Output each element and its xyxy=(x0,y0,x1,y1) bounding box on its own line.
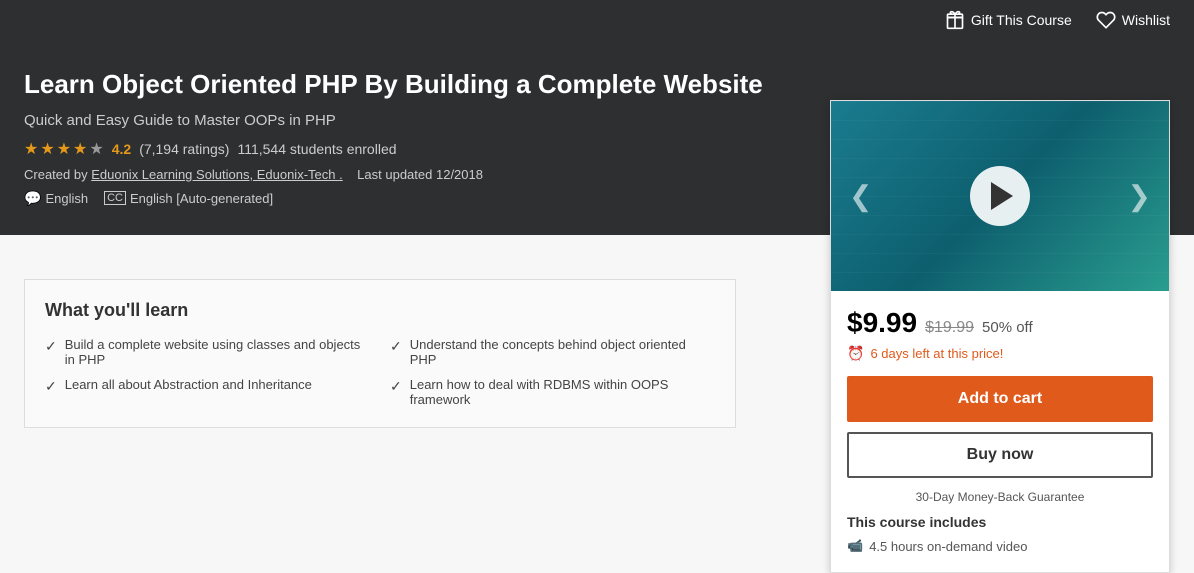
learn-item-4: ✓ Learn how to deal with RDBMS within OO… xyxy=(390,377,715,407)
caption-icon: CC xyxy=(104,191,126,205)
video-icon: 📹 xyxy=(847,538,863,554)
star-rating: ★ ★ ★ ★ ★ xyxy=(24,139,104,159)
price-original: $19.99 xyxy=(925,319,974,337)
main-content: What you'll learn ✓ Build a complete web… xyxy=(0,255,760,472)
hero-meta: Created by Eduonix Learning Solutions, E… xyxy=(24,167,784,182)
add-to-cart-button[interactable]: Add to cart xyxy=(847,376,1153,422)
hero-content: Learn Object Oriented PHP By Building a … xyxy=(24,68,784,207)
learn-item-3: ✓ Understand the concepts behind object … xyxy=(390,337,715,367)
includes-item-1: 📹 4.5 hours on-demand video xyxy=(847,536,1153,556)
star-3: ★ xyxy=(57,139,71,159)
star-1: ★ xyxy=(24,139,38,159)
wishlist-button[interactable]: Wishlist xyxy=(1096,10,1170,30)
timer-text: 6 days left at this price! xyxy=(870,346,1003,361)
learn-grid: ✓ Build a complete website using classes… xyxy=(45,337,715,407)
caption-label: English [Auto-generated] xyxy=(130,191,273,206)
right-arrow-icon: ❯ xyxy=(1128,180,1151,213)
created-by-label: Created by xyxy=(24,167,88,182)
learn-box: What you'll learn ✓ Build a complete web… xyxy=(24,279,736,428)
rating-count: (7,194 ratings) xyxy=(139,141,229,157)
authors-link[interactable]: Eduonix Learning Solutions, Eduonix-Tech… xyxy=(91,167,343,182)
timer-icon: ⏰ xyxy=(847,345,864,362)
hero-rating: ★ ★ ★ ★ ★ 4.2 (7,194 ratings) 111,544 st… xyxy=(24,139,784,159)
star-4: ★ xyxy=(73,139,87,159)
learn-item-1: ✓ Build a complete website using classes… xyxy=(45,337,370,367)
learn-item-4-text: Learn how to deal with RDBMS within OOPS… xyxy=(410,377,715,407)
includes-item-1-text: 4.5 hours on-demand video xyxy=(869,539,1027,554)
hero-language: 💬 English CC English [Auto-generated] xyxy=(24,190,784,207)
deal-timer: ⏰ 6 days left at this price! xyxy=(847,345,1153,362)
language-item: 💬 English xyxy=(24,190,88,207)
gift-icon xyxy=(945,10,965,30)
play-button[interactable] xyxy=(970,166,1030,226)
play-icon xyxy=(991,182,1013,210)
hero-section: Learn Object Oriented PHP By Building a … xyxy=(0,40,1194,235)
left-arrow-icon: ❮ xyxy=(849,180,872,213)
checkmark-icon-2: ✓ xyxy=(45,378,57,395)
card-body: $9.99 $19.99 50% off ⏰ 6 days left at th… xyxy=(831,291,1169,572)
caption-item: CC English [Auto-generated] xyxy=(104,191,273,206)
gift-course-button[interactable]: Gift This Course xyxy=(945,10,1072,30)
top-navigation: Gift This Course Wishlist xyxy=(0,0,1194,40)
learn-item-1-text: Build a complete website using classes a… xyxy=(65,337,370,367)
enrolled-count: 111,544 students enrolled xyxy=(237,141,396,157)
learn-item-3-text: Understand the concepts behind object or… xyxy=(410,337,715,367)
price-row: $9.99 $19.99 50% off xyxy=(847,307,1153,339)
rating-number: 4.2 xyxy=(112,141,131,157)
speech-bubble-icon: 💬 xyxy=(24,190,41,207)
course-card: ❮ ❯ Preview this course $9.99 $19.99 50%… xyxy=(830,100,1170,573)
course-preview[interactable]: ❮ ❯ Preview this course xyxy=(831,101,1169,291)
guarantee-text: 30-Day Money-Back Guarantee xyxy=(847,490,1153,504)
price-current: $9.99 xyxy=(847,307,917,339)
language-label: English xyxy=(45,191,88,206)
learn-item-2: ✓ Learn all about Abstraction and Inheri… xyxy=(45,377,370,407)
learn-box-title: What you'll learn xyxy=(45,300,715,321)
last-updated-date: 12/2018 xyxy=(436,167,483,182)
price-discount: 50% off xyxy=(982,319,1033,336)
star-5: ★ xyxy=(89,139,103,159)
wishlist-label: Wishlist xyxy=(1122,12,1170,28)
checkmark-icon-1: ✓ xyxy=(45,338,57,355)
buy-now-button[interactable]: Buy now xyxy=(847,432,1153,478)
course-subtitle: Quick and Easy Guide to Master OOPs in P… xyxy=(24,112,784,129)
preview-background: ❮ ❯ xyxy=(831,101,1169,291)
heart-icon xyxy=(1096,10,1116,30)
star-2: ★ xyxy=(40,139,54,159)
this-course-includes-label: This course includes xyxy=(847,514,1153,530)
gift-course-label: Gift This Course xyxy=(971,12,1072,28)
learn-item-2-text: Learn all about Abstraction and Inherita… xyxy=(65,377,312,392)
course-title: Learn Object Oriented PHP By Building a … xyxy=(24,68,784,102)
last-updated-label: Last updated xyxy=(357,167,432,182)
checkmark-icon-3: ✓ xyxy=(390,338,402,355)
checkmark-icon-4: ✓ xyxy=(390,378,402,395)
